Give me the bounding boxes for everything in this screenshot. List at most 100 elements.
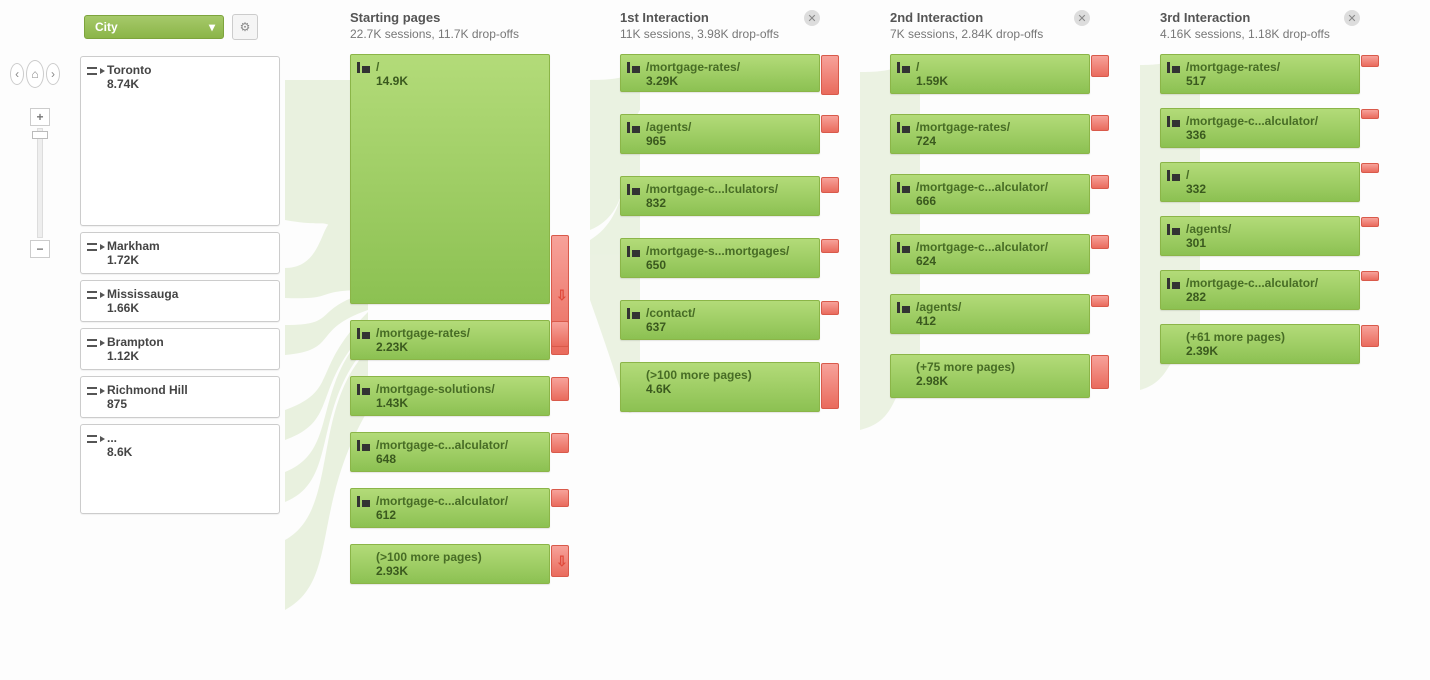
column-close-button[interactable]: ✕ — [1344, 10, 1360, 26]
nav-back-button[interactable]: ‹ — [10, 63, 24, 85]
zoom-in-button[interactable]: + — [30, 108, 50, 126]
city-label: ... — [107, 431, 132, 445]
dropoff-bar — [1361, 109, 1379, 119]
city-value: 1.66K — [107, 301, 178, 315]
page-value: 412 — [916, 314, 961, 328]
page-value: 1.43K — [376, 396, 495, 410]
flow-page-node[interactable]: /mortgage-c...alculator/ 282 — [1160, 270, 1360, 310]
city-label: Richmond Hill — [107, 383, 188, 397]
flow-page-node[interactable]: /mortgage-c...alculator/ 648 — [350, 432, 550, 472]
page-value: 14.9K — [376, 74, 408, 88]
flow-page-node[interactable]: /mortgage-c...alculator/ 336 — [1160, 108, 1360, 148]
page-icon — [897, 122, 910, 133]
flow-page-node[interactable]: /mortgage-rates/ 724 — [890, 114, 1090, 154]
page-icon — [1167, 170, 1180, 181]
zoom-out-button[interactable]: − — [30, 240, 50, 258]
dropoff-bar — [821, 301, 839, 315]
enter-icon — [87, 433, 101, 447]
city-node[interactable]: Richmond Hill 875 — [80, 376, 280, 418]
dropoff-bar — [1361, 163, 1379, 173]
flow-page-node[interactable]: / 1.59K — [890, 54, 1090, 94]
page-icon — [1167, 116, 1180, 127]
dropoff-arrow-icon: ⇩ — [556, 287, 568, 304]
page-path-label: /contact/ — [646, 306, 695, 320]
page-path-label: /mortgage-solutions/ — [376, 382, 495, 396]
flow-page-node[interactable]: /mortgage-c...alculator/ 612 — [350, 488, 550, 528]
nav-forward-button[interactable]: › — [46, 63, 60, 85]
city-node[interactable]: ... 8.6K — [80, 424, 280, 514]
enter-icon — [87, 241, 101, 255]
page-value: 2.23K — [376, 340, 470, 354]
flow-page-node[interactable]: / 332 — [1160, 162, 1360, 202]
flow-page-node[interactable]: /agents/ 412 — [890, 294, 1090, 334]
flow-page-node[interactable]: (+75 more pages) 2.98K — [890, 354, 1090, 398]
page-path-label: / — [916, 60, 948, 74]
column-close-button[interactable]: ✕ — [1074, 10, 1090, 26]
flow-page-node[interactable]: /mortgage-c...lculators/ 832 — [620, 176, 820, 216]
column-second-interaction: 2nd Interaction 7K sessions, 2.84K drop-… — [890, 10, 1090, 590]
city-label: Markham — [107, 239, 160, 253]
flow-page-node[interactable]: /mortgage-solutions/ 1.43K — [350, 376, 550, 416]
zoom-slider-track[interactable] — [37, 128, 43, 238]
page-icon — [897, 62, 910, 73]
flow-page-node[interactable]: /mortgage-rates/ 2.23K — [350, 320, 550, 360]
page-path-label: /mortgage-rates/ — [376, 326, 470, 340]
page-value: 2.98K — [916, 374, 1015, 388]
flow-page-node[interactable]: /contact/ 637 — [620, 300, 820, 340]
dropoff-bar — [1091, 235, 1109, 249]
city-node[interactable]: Brampton 1.12K — [80, 328, 280, 370]
page-value: 624 — [916, 254, 1048, 268]
page-path-label: /mortgage-rates/ — [916, 120, 1010, 134]
column-first-interaction: 1st Interaction 11K sessions, 3.98K drop… — [620, 10, 820, 590]
flow-page-node[interactable]: (+61 more pages) 2.39K — [1160, 324, 1360, 364]
page-value: 3.29K — [646, 74, 740, 88]
page-value: 1.59K — [916, 74, 948, 88]
page-icon — [627, 308, 640, 319]
city-value: 8.6K — [107, 445, 132, 459]
city-node[interactable]: Mississauga 1.66K — [80, 280, 280, 322]
dropoff-bar — [1361, 55, 1379, 67]
nav-home-button[interactable]: ⌂ — [26, 60, 44, 88]
city-node[interactable]: Markham 1.72K — [80, 232, 280, 274]
page-value: 637 — [646, 320, 695, 334]
flow-page-node[interactable]: /agents/ 301 — [1160, 216, 1360, 256]
flow-page-node[interactable]: /mortgage-c...alculator/ 624 — [890, 234, 1090, 274]
city-label: Brampton — [107, 335, 164, 349]
page-path-label: /mortgage-c...lculators/ — [646, 182, 778, 196]
page-icon — [627, 62, 640, 73]
flow-page-node[interactable]: /agents/ 965 — [620, 114, 820, 154]
page-path-label: /mortgage-rates/ — [1186, 60, 1280, 74]
page-value: 724 — [916, 134, 1010, 148]
zoom-slider-handle[interactable] — [32, 131, 48, 139]
enter-icon — [87, 289, 101, 303]
dropoff-bar — [1091, 355, 1109, 389]
column-title: 3rd Interaction — [1160, 10, 1360, 25]
flow-page-node[interactable]: /mortgage-c...alculator/ 666 — [890, 174, 1090, 214]
dropoff-bar — [1091, 115, 1109, 131]
page-icon — [627, 184, 640, 195]
column-close-button[interactable]: ✕ — [804, 10, 820, 26]
page-value: 666 — [916, 194, 1048, 208]
city-value: 1.72K — [107, 253, 160, 267]
flow-page-node[interactable]: (>100 more pages) 4.6K — [620, 362, 820, 412]
page-value: 336 — [1186, 128, 1318, 142]
page-path-label: /mortgage-c...alculator/ — [376, 438, 508, 452]
dropoff-bar — [551, 489, 569, 507]
page-icon — [1167, 224, 1180, 235]
dropoff-bar: ⇩ — [551, 545, 569, 577]
page-value: 832 — [646, 196, 778, 210]
page-value: 2.39K — [1186, 344, 1285, 358]
page-icon — [1167, 62, 1180, 73]
flow-page-node[interactable]: /mortgage-rates/ 517 — [1160, 54, 1360, 94]
flow-page-node[interactable]: /mortgage-rates/ 3.29K — [620, 54, 820, 92]
flow-page-node[interactable]: / 14.9K ⇩ — [350, 54, 550, 304]
page-value: 282 — [1186, 290, 1318, 304]
dropoff-bar — [1361, 325, 1379, 347]
city-node[interactable]: Toronto 8.74K — [80, 56, 280, 226]
flow-page-node[interactable]: (>100 more pages) 2.93K ⇩ — [350, 544, 550, 584]
flow-page-node[interactable]: /mortgage-s...mortgages/ 650 — [620, 238, 820, 278]
enter-icon — [87, 65, 101, 79]
enter-icon — [87, 337, 101, 351]
page-path-label: /agents/ — [916, 300, 961, 314]
page-value: 301 — [1186, 236, 1231, 250]
